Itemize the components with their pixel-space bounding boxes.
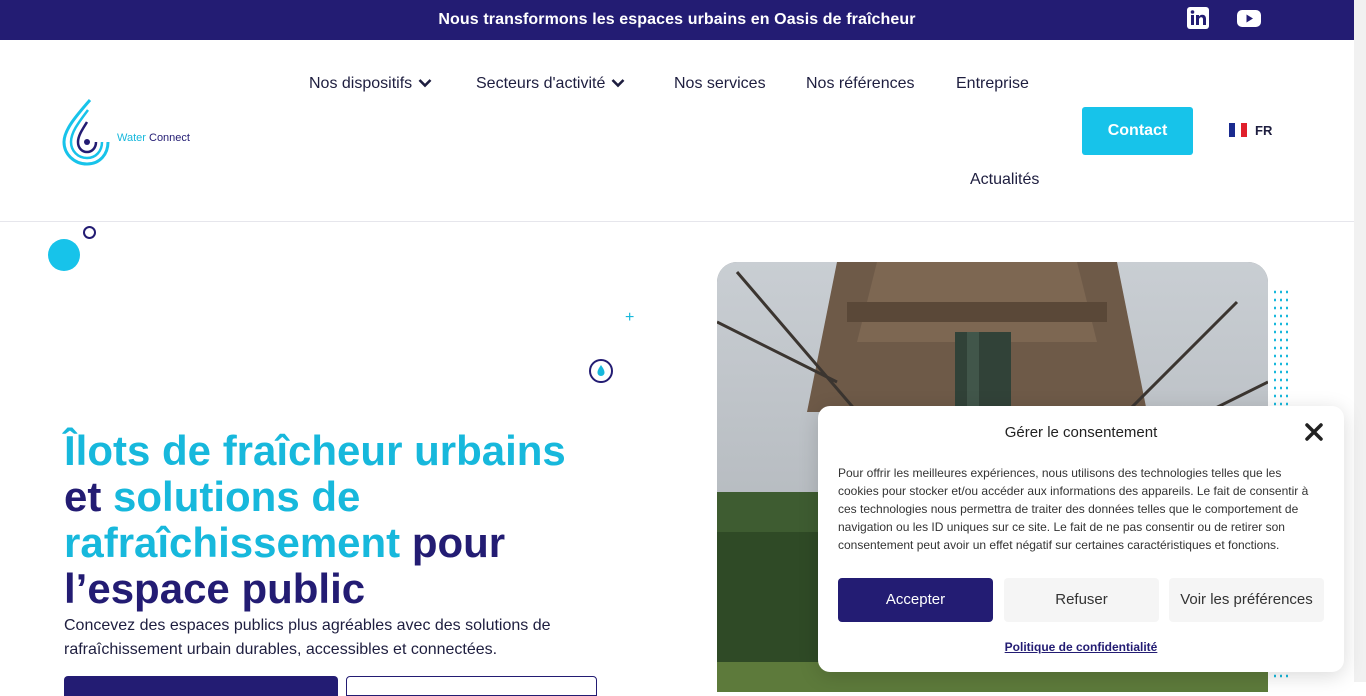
nav-actualites[interactable]: Actualités xyxy=(970,171,1039,189)
contact-button[interactable]: Contact xyxy=(1082,107,1193,155)
nav-secteurs-label: Secteurs d'activité xyxy=(476,75,606,93)
view-preferences-button[interactable]: Voir les préférences xyxy=(1169,578,1324,622)
nav-dispositifs[interactable]: Nos dispositifs xyxy=(309,75,432,93)
scrollbar[interactable] xyxy=(1354,0,1366,682)
chevron-down-icon xyxy=(611,75,625,93)
announcement-text: Nous transformons les espaces urbains en… xyxy=(438,11,916,28)
hero-headline: Îlots de fraîcheur urbains et solutions … xyxy=(64,428,644,612)
hero-primary-button[interactable] xyxy=(64,676,338,696)
consent-description: Pour offrir les meilleures expériences, … xyxy=(838,466,1309,552)
announcement-bar: Nous transformons les espaces urbains en… xyxy=(0,0,1354,40)
hero-subtitle: Concevez des espaces publics plus agréab… xyxy=(64,617,551,658)
logo-word-water: Water xyxy=(117,132,146,144)
decorative-circle xyxy=(48,239,80,271)
nav-entreprise[interactable]: Entreprise xyxy=(956,75,1029,93)
nav-dispositifs-label: Nos dispositifs xyxy=(309,75,413,93)
logo-wordmark: Water Connect xyxy=(117,132,190,144)
headline-part-1: Îlots de fraîcheur urbains xyxy=(64,427,566,474)
close-icon[interactable] xyxy=(1304,422,1324,442)
france-flag-icon xyxy=(1229,123,1247,137)
chevron-down-icon xyxy=(418,75,432,93)
nav-secteurs[interactable]: Secteurs d'activité xyxy=(476,75,625,93)
nav-services[interactable]: Nos services xyxy=(674,75,766,93)
water-drop-icon xyxy=(589,359,613,383)
water-connect-logo[interactable]: Water Connect xyxy=(62,98,202,166)
language-switcher[interactable]: FR xyxy=(1229,123,1272,138)
consent-dialog: Gérer le consentement Pour offrir les me… xyxy=(818,406,1344,672)
linkedin-icon[interactable] xyxy=(1186,6,1210,30)
accept-button[interactable]: Accepter xyxy=(838,578,993,622)
site-header: Water Connect Nos dispositifs Secteurs d… xyxy=(0,40,1354,222)
language-label: FR xyxy=(1255,123,1273,138)
logo-word-connect: Connect xyxy=(149,132,190,144)
consent-title: Gérer le consentement xyxy=(1004,424,1158,441)
refuse-button[interactable]: Refuser xyxy=(1004,578,1159,622)
nav-references[interactable]: Nos références xyxy=(806,75,915,93)
hero-secondary-button[interactable] xyxy=(346,676,597,696)
privacy-policy-link[interactable]: Politique de confidentialité xyxy=(818,640,1344,654)
headline-part-2: et xyxy=(64,473,102,520)
headline-part-3: solutions de rafraîchissement xyxy=(64,473,401,566)
youtube-icon[interactable] xyxy=(1236,6,1262,30)
plus-icon: + xyxy=(625,309,635,326)
decorative-ring xyxy=(83,226,96,239)
